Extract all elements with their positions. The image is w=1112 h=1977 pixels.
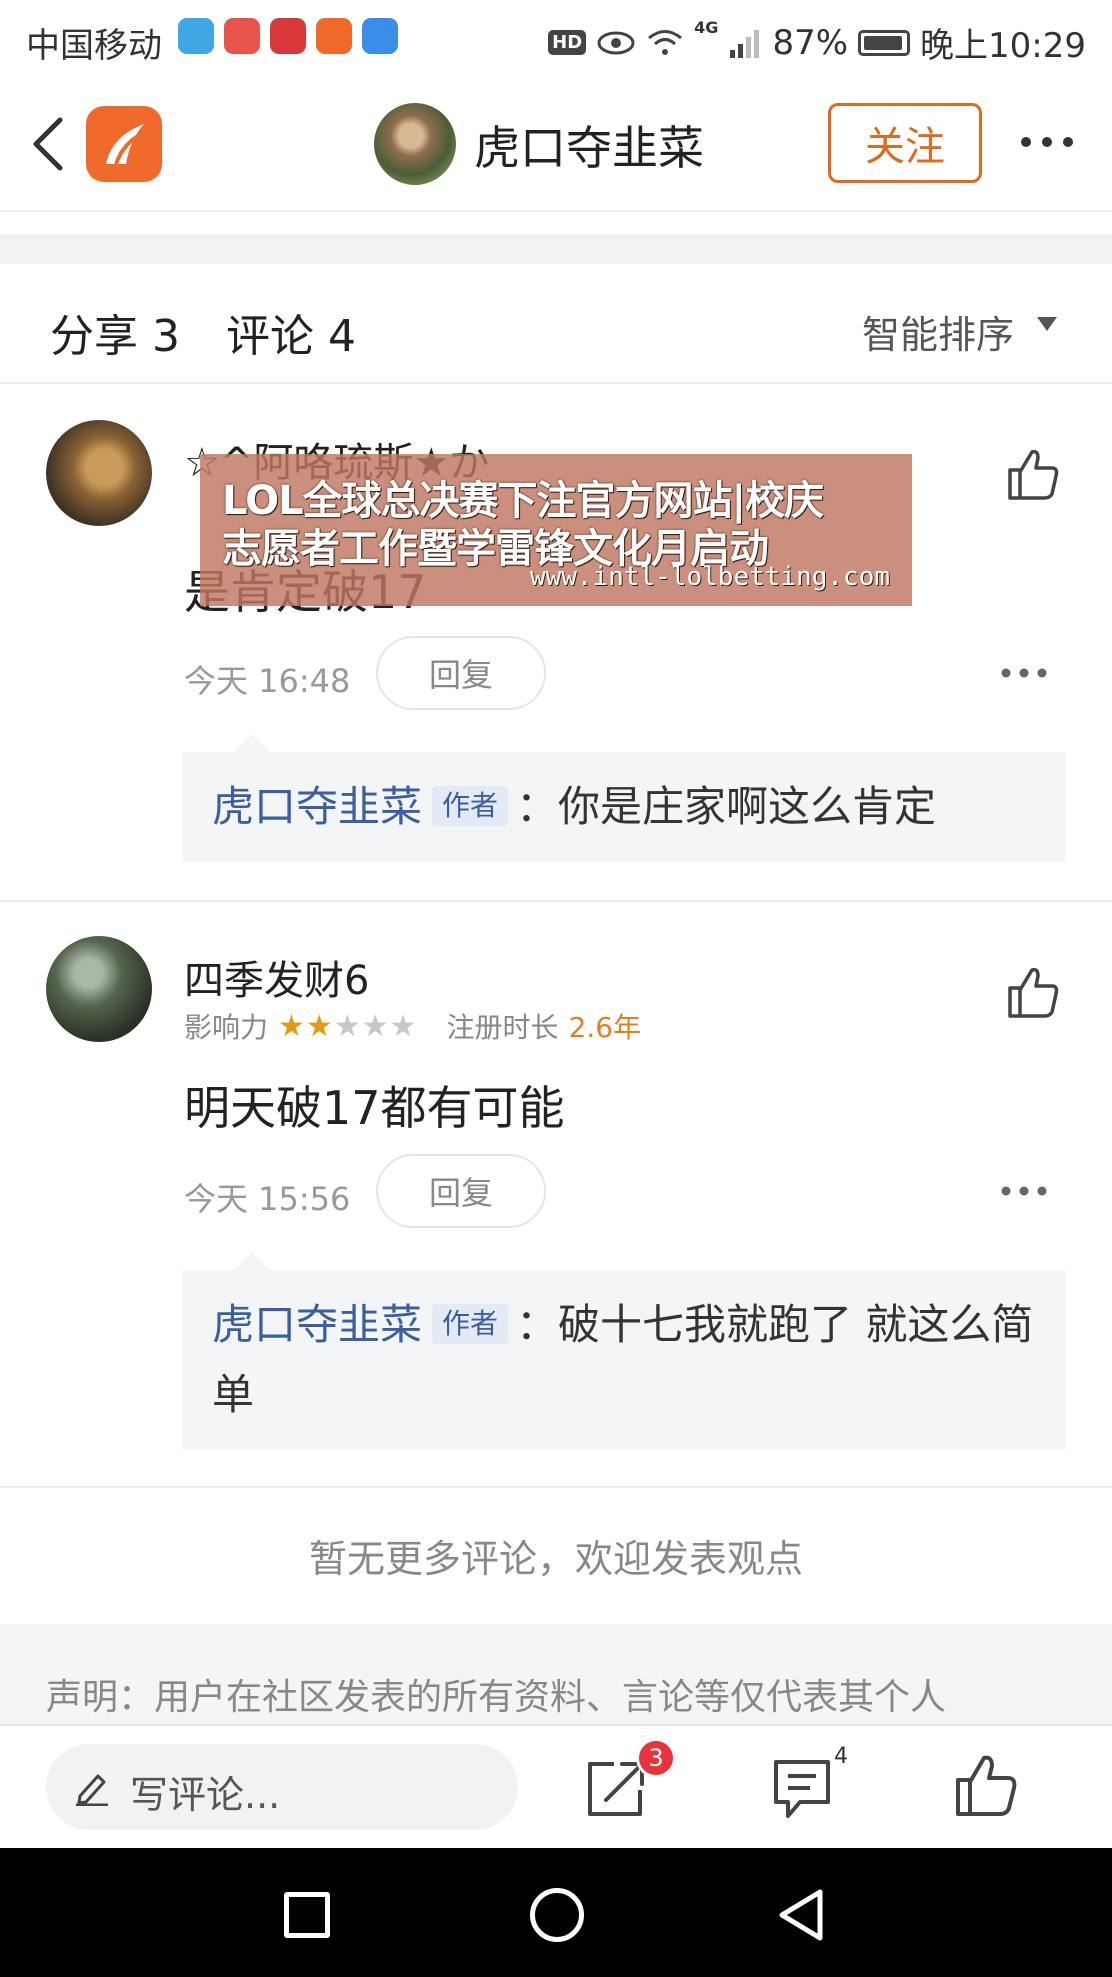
app-notification-icon	[178, 18, 214, 54]
app-notification-icon	[224, 18, 260, 54]
pencil-icon	[76, 1774, 108, 1806]
comment-text: 明天破17都有可能	[184, 1081, 565, 1135]
star-icon: ★	[361, 1008, 389, 1044]
star-icon: ★	[389, 1008, 417, 1044]
reply-author-name[interactable]: 虎口夺韭菜	[212, 1300, 422, 1349]
app-notification-icon	[270, 18, 306, 54]
like-thumb-icon[interactable]	[1004, 964, 1060, 1020]
comment-time: 今天 16:48	[184, 662, 351, 700]
hd-icon: HD	[548, 30, 587, 55]
recent-apps-icon[interactable]	[284, 1892, 330, 1938]
disclaimer-text: 声明：用户在社区发表的所有资料、言论等仅代表其个人	[46, 1677, 947, 1718]
commenter-name[interactable]: 四季发财6	[184, 948, 369, 1006]
app-logo-icon[interactable]	[86, 106, 162, 182]
author-reply[interactable]: 虎口夺韭菜 作者 ：破十七我就跑了 就这么简单	[182, 1252, 1066, 1450]
author-badge: 作者	[432, 1303, 509, 1344]
top-nav-bar: 虎口夺韭菜 关注	[0, 78, 1112, 212]
section-spacer	[0, 234, 1112, 264]
back-triangle-icon[interactable]	[776, 1888, 826, 1942]
registration-label: 注册时长	[446, 1011, 559, 1044]
notification-icons	[178, 18, 398, 54]
more-options-icon[interactable]	[1000, 666, 1048, 680]
carrier-label: 中国移动	[26, 26, 162, 66]
commenter-avatar[interactable]	[46, 936, 152, 1042]
sort-dropdown[interactable]: 智能排序	[862, 304, 1014, 359]
commenter-avatar[interactable]	[46, 420, 152, 526]
back-arrow-icon[interactable]	[28, 114, 68, 174]
author-badge: 作者	[432, 785, 509, 826]
status-indicators: HD 4G 87% 晚上10:29	[548, 18, 1086, 67]
ad-url: www.intl-lolbetting.com	[529, 562, 890, 592]
wifi-icon	[648, 29, 683, 55]
influence-label: 影响力	[184, 1011, 269, 1044]
no-more-comments: 暂无更多评论，欢迎发表观点	[0, 1486, 1112, 1622]
reply-author-name[interactable]: 虎口夺韭菜	[212, 782, 422, 831]
reply-button[interactable]: 回复	[376, 1154, 546, 1228]
tab-comments[interactable]: 评论 4	[226, 300, 356, 364]
commenter-meta: 影响力 ★ ★ ★ ★ ★ 注册时长 2.6年	[184, 1006, 641, 1046]
eye-icon	[597, 31, 635, 54]
reply-button[interactable]: 回复	[376, 636, 546, 710]
like-thumb-icon[interactable]	[1004, 446, 1060, 502]
more-options-icon[interactable]	[1018, 132, 1076, 152]
comment-icon[interactable]	[770, 1756, 834, 1822]
comment-item: 四季发财6 影响力 ★ ★ ★ ★ ★ 注册时长 2.6年 明天破17都有可能 …	[0, 902, 1112, 1486]
system-navigation-bar	[0, 1848, 1112, 1977]
comment-tabs-header: 分享 3 评论 4 智能排序	[0, 264, 1112, 384]
battery-icon	[858, 29, 911, 56]
star-icon: ★	[333, 1008, 361, 1044]
bottom-action-bar: 写评论... 3 4	[0, 1724, 1112, 1848]
write-comment-placeholder: 写评论...	[130, 1773, 281, 1817]
write-comment-input[interactable]: 写评论...	[46, 1744, 518, 1830]
status-bar: 中国移动 HD 4G 87% 晚上10:29	[0, 0, 1112, 78]
battery-percent: 87%	[772, 22, 849, 63]
clock: 晚上10:29	[920, 26, 1086, 66]
watermark-ad-overlay: LOL全球总决赛下注官方网站|校庆 志愿者工作暨学雷锋文化月启动 www.int…	[200, 454, 912, 606]
author-avatar[interactable]	[374, 103, 456, 185]
app-notification-icon	[316, 18, 352, 54]
like-thumb-icon[interactable]	[952, 1754, 1018, 1818]
author-reply[interactable]: 虎口夺韭菜 作者 ：你是庄家啊这么肯定	[182, 734, 1066, 862]
tab-share[interactable]: 分享 3	[50, 300, 180, 364]
comment-time: 今天 15:56	[184, 1180, 351, 1218]
star-icon: ★	[305, 1008, 333, 1044]
disclaimer-section: 声明：用户在社区发表的所有资料、言论等仅代表其个人	[0, 1624, 1112, 1724]
comment-count: 4	[834, 1744, 848, 1769]
signal-icon	[730, 29, 760, 58]
share-count-badge: 3	[636, 1738, 676, 1778]
more-options-icon[interactable]	[1000, 1184, 1048, 1198]
author-name-title[interactable]: 虎口夺韭菜	[474, 112, 704, 178]
network-type-label: 4G	[694, 18, 719, 37]
home-icon[interactable]	[530, 1888, 584, 1942]
star-icon: ★	[278, 1008, 305, 1044]
caret-down-icon[interactable]	[1036, 316, 1058, 332]
reply-text: ：你是庄家啊这么肯定	[516, 782, 937, 831]
follow-button[interactable]: 关注	[828, 103, 982, 183]
app-notification-icon	[362, 18, 398, 54]
influence-stars: ★ ★ ★ ★ ★	[278, 1009, 417, 1044]
registration-value: 2.6年	[568, 1011, 642, 1044]
